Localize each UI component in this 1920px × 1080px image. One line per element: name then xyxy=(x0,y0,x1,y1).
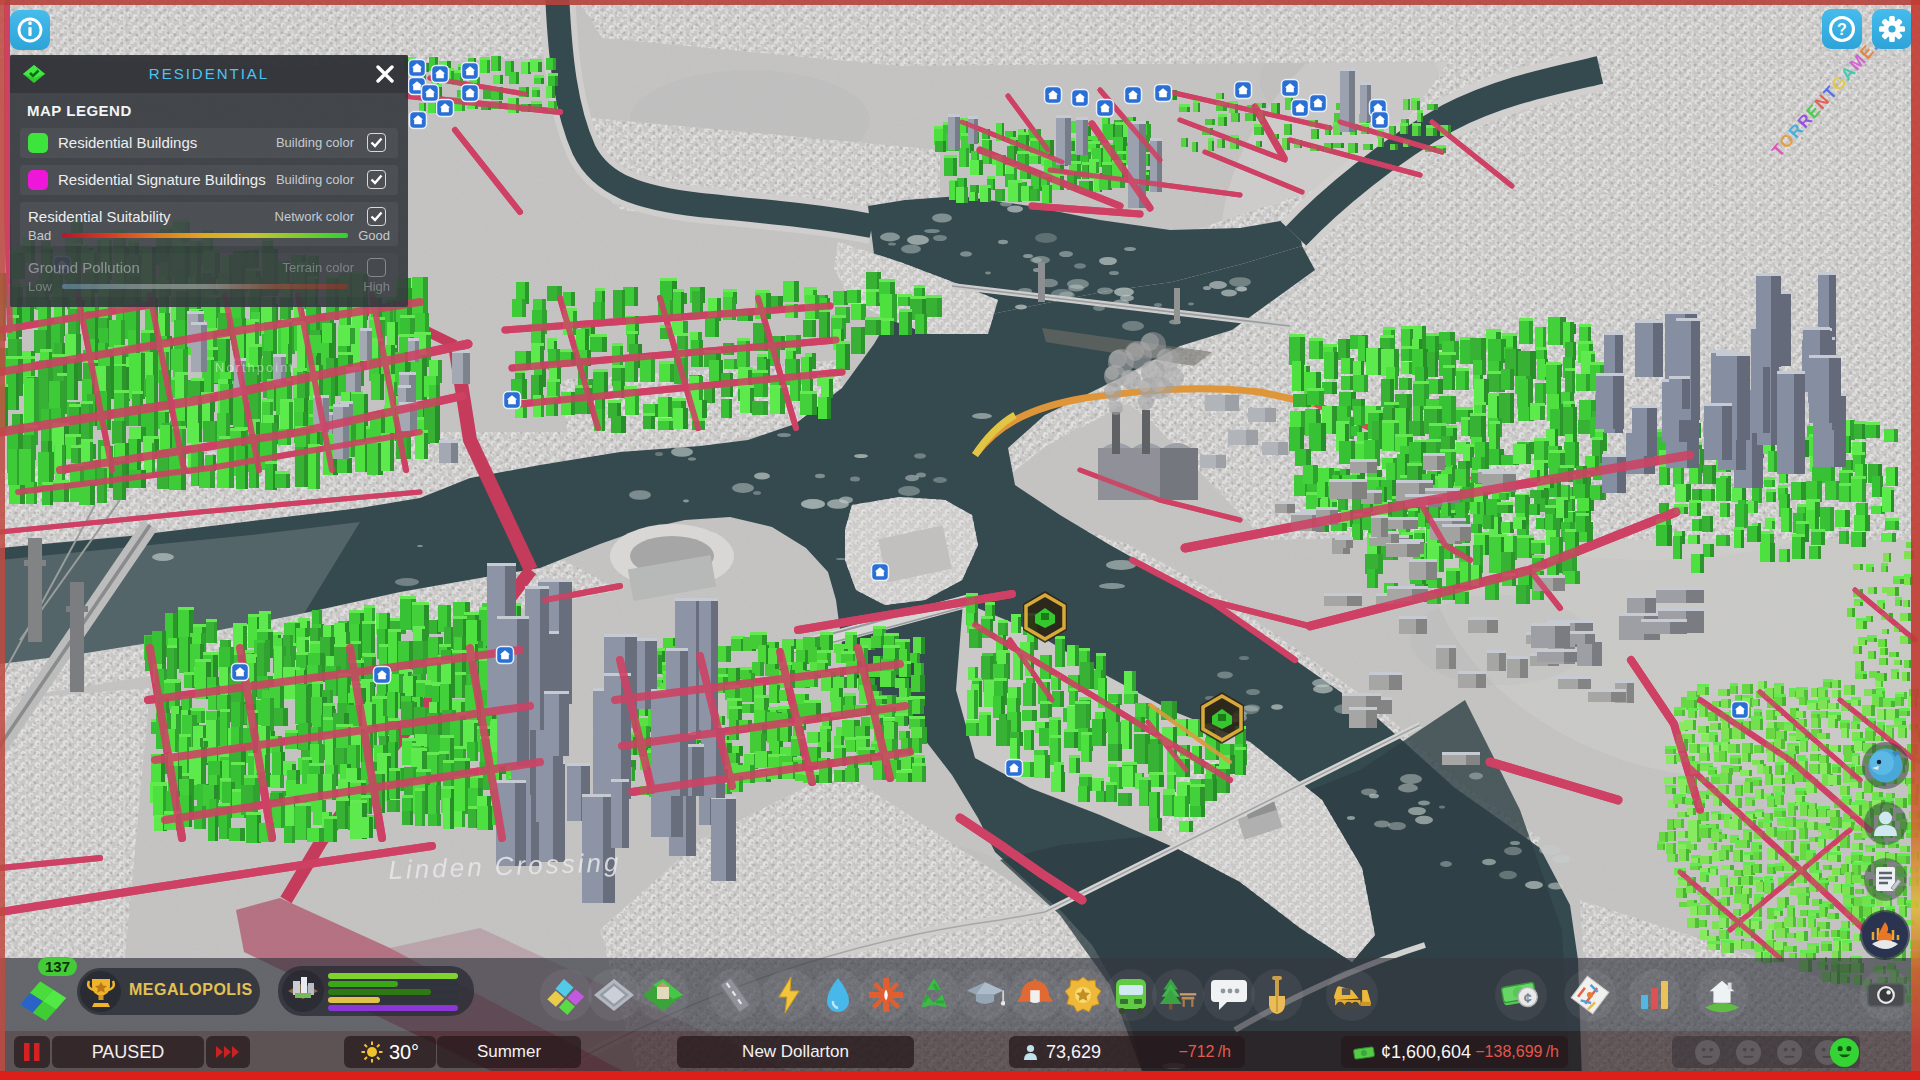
svg-text:¢: ¢ xyxy=(1524,990,1532,1006)
svg-text:?: ? xyxy=(1837,21,1847,38)
svg-text:Northpoint: Northpoint xyxy=(215,360,295,375)
